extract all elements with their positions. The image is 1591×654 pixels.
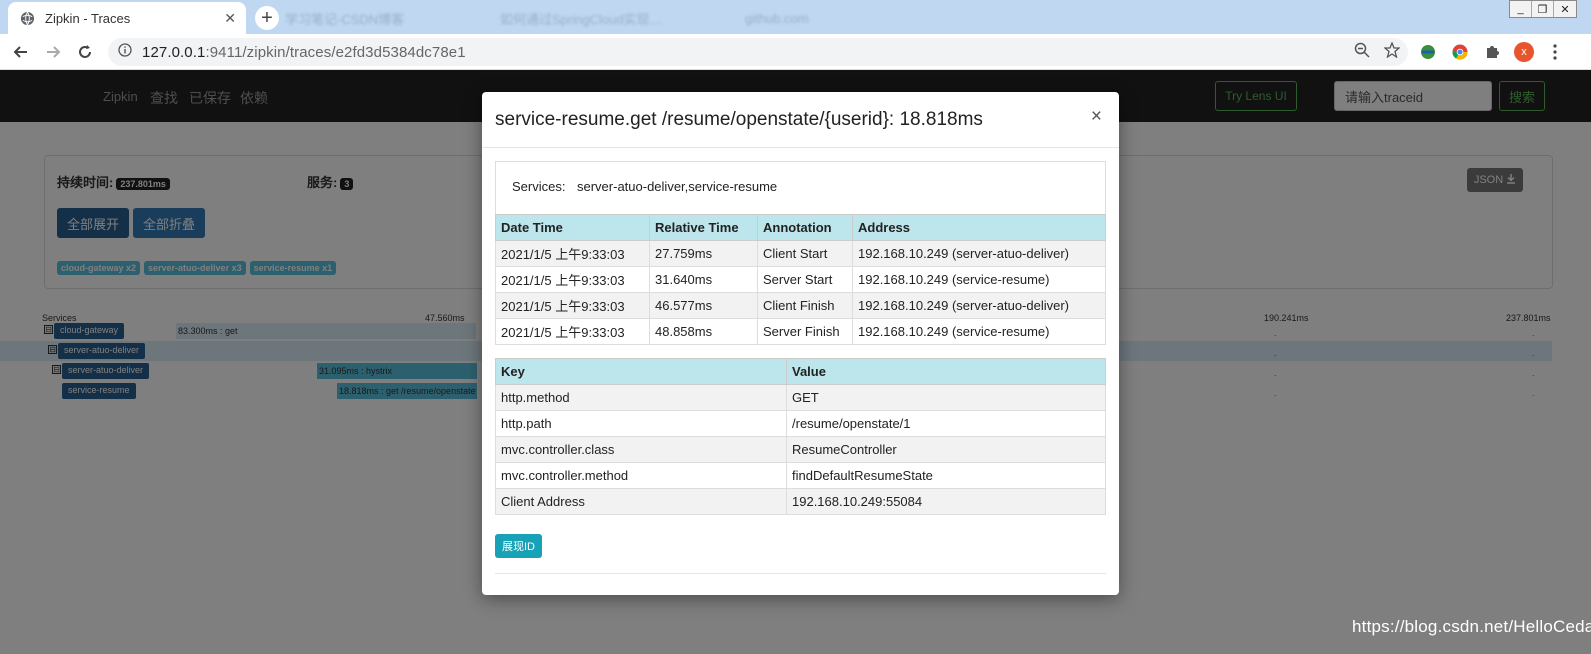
bookmark-star-icon[interactable] [1383, 41, 1401, 63]
extension-chrome-icon[interactable] [1450, 42, 1470, 62]
cell-address: 192.168.10.249 (service-resume) [852, 318, 1106, 345]
cell-annotation: Server Start [757, 266, 853, 293]
span-detail-modal: service-resume.get /resume/openstate/{us… [482, 92, 1119, 595]
cell-key: mvc.controller.class [495, 436, 787, 463]
watermark-text: https://blog.csdn.net/HelloCedar [1352, 617, 1591, 636]
cell-annotation: Client Start [757, 240, 853, 267]
column-header: Relative Time [649, 214, 758, 241]
cell-key: mvc.controller.method [495, 462, 787, 489]
window-controls: _ ❐ ✕ [1509, 0, 1577, 18]
cell-key: http.path [495, 410, 787, 437]
extension-globe-icon[interactable] [1418, 42, 1438, 62]
browser-tab-strip: Zipkin - Traces ✕ + 学习笔记-CSDN博客 如何通过Spri… [0, 0, 1591, 34]
cell-key: Client Address [495, 488, 787, 515]
table-header-row: Key Value [495, 358, 1106, 385]
table-row: Client Address 192.168.10.249:55084 [495, 488, 1106, 515]
table-row: mvc.controller.class ResumeController [495, 436, 1106, 463]
cell-relative-time: 48.858ms [649, 318, 758, 345]
tab-title: 如何通过SpringCloud实现… [500, 11, 663, 27]
cell-address: 192.168.10.249 (server-atuo-deliver) [852, 292, 1106, 319]
url-host: 127.0.0.1 [142, 43, 206, 61]
back-arrow-icon[interactable] [10, 41, 32, 63]
zoom-icon[interactable] [1354, 42, 1370, 63]
minimize-icon[interactable]: _ [1510, 1, 1532, 17]
cell-value: ResumeController [786, 436, 1106, 463]
tab-title: github.com [745, 10, 809, 26]
reload-icon[interactable] [74, 41, 96, 63]
services-label: Services: [512, 179, 566, 194]
cell-address: 192.168.10.249 (service-resume) [852, 266, 1106, 293]
tab-inactive-3[interactable]: github.com [745, 2, 945, 34]
restore-icon[interactable]: ❐ [1532, 1, 1554, 17]
close-icon[interactable]: × [1091, 106, 1102, 128]
cell-relative-time: 46.577ms [649, 292, 758, 319]
info-icon[interactable] [118, 42, 132, 62]
browser-toolbar: 127.0.0.1:9411/zipkin/traces/e2fd3d5384d… [0, 34, 1591, 70]
close-window-icon[interactable]: ✕ [1554, 1, 1576, 17]
forward-arrow-icon[interactable] [42, 41, 64, 63]
services-box: Services: server-atuo-deliver,service-re… [495, 161, 1106, 214]
address-bar[interactable]: 127.0.0.1:9411/zipkin/traces/e2fd3d5384d… [108, 38, 1408, 66]
profile-avatar[interactable]: x [1514, 42, 1534, 62]
column-header: Date Time [495, 214, 650, 241]
table-row: 2021/1/5 上午9:33:03 46.577ms Client Finis… [495, 292, 1106, 319]
annotations-table: Date Time Relative Time Annotation Addre… [495, 214, 1106, 345]
cell-annotation: Client Finish [757, 292, 853, 319]
cell-value: 192.168.10.249:55084 [786, 488, 1106, 515]
url-text: 127.0.0.1:9411/zipkin/traces/e2fd3d5384d… [142, 44, 466, 61]
tags-table: Key Value http.method GET http.path /res… [495, 358, 1106, 515]
new-tab-button[interactable]: + [255, 6, 279, 30]
cell-value: findDefaultResumeState [786, 462, 1106, 489]
tab-title: 学习笔记-CSDN博客 [285, 11, 405, 27]
cell-address: 192.168.10.249 (server-atuo-deliver) [852, 240, 1106, 267]
table-row: http.path /resume/openstate/1 [495, 410, 1106, 437]
browser-menu-icon[interactable] [1545, 42, 1565, 62]
cell-datetime: 2021/1/5 上午9:33:03 [495, 240, 650, 267]
cell-datetime: 2021/1/5 上午9:33:03 [495, 292, 650, 319]
tab-title: Zipkin - Traces [45, 10, 131, 26]
column-header: Annotation [757, 214, 853, 241]
url-path: :9411/zipkin/traces/e2fd3d5384dc78e1 [205, 43, 466, 61]
cell-value: GET [786, 384, 1106, 411]
column-header: Value [786, 358, 1106, 385]
close-tab-icon[interactable]: ✕ [224, 10, 236, 27]
column-header: Key [495, 358, 787, 385]
table-row: http.method GET [495, 384, 1106, 411]
divider [482, 147, 1119, 148]
services-value: server-atuo-deliver,service-resume [577, 179, 778, 194]
table-row: 2021/1/5 上午9:33:03 31.640ms Server Start… [495, 266, 1106, 293]
table-row: 2021/1/5 上午9:33:03 48.858ms Server Finis… [495, 318, 1106, 345]
table-row: mvc.controller.method findDefaultResumeS… [495, 462, 1106, 489]
cell-datetime: 2021/1/5 上午9:33:03 [495, 266, 650, 293]
cell-datetime: 2021/1/5 上午9:33:03 [495, 318, 650, 345]
globe-icon [20, 11, 35, 26]
show-id-button[interactable]: 展现ID [495, 534, 542, 558]
cell-value: /resume/openstate/1 [786, 410, 1106, 437]
column-header: Address [852, 214, 1106, 241]
tab-inactive-2[interactable]: 如何通过SpringCloud实现… [500, 2, 715, 34]
cell-relative-time: 31.640ms [649, 266, 758, 293]
cell-key: http.method [495, 384, 787, 411]
table-header-row: Date Time Relative Time Annotation Addre… [495, 214, 1106, 241]
modal-title: service-resume.get /resume/openstate/{us… [495, 109, 983, 130]
cell-annotation: Server Finish [757, 318, 853, 345]
address-bar-actions [1354, 41, 1401, 63]
cell-relative-time: 27.759ms [649, 240, 758, 267]
extensions-puzzle-icon[interactable] [1482, 42, 1502, 62]
table-row: 2021/1/5 上午9:33:03 27.759ms Client Start… [495, 240, 1106, 267]
tab-zipkin-traces[interactable]: Zipkin - Traces ✕ [8, 2, 246, 34]
tab-inactive-1[interactable]: 学习笔记-CSDN博客 [285, 2, 475, 34]
divider [495, 573, 1106, 574]
